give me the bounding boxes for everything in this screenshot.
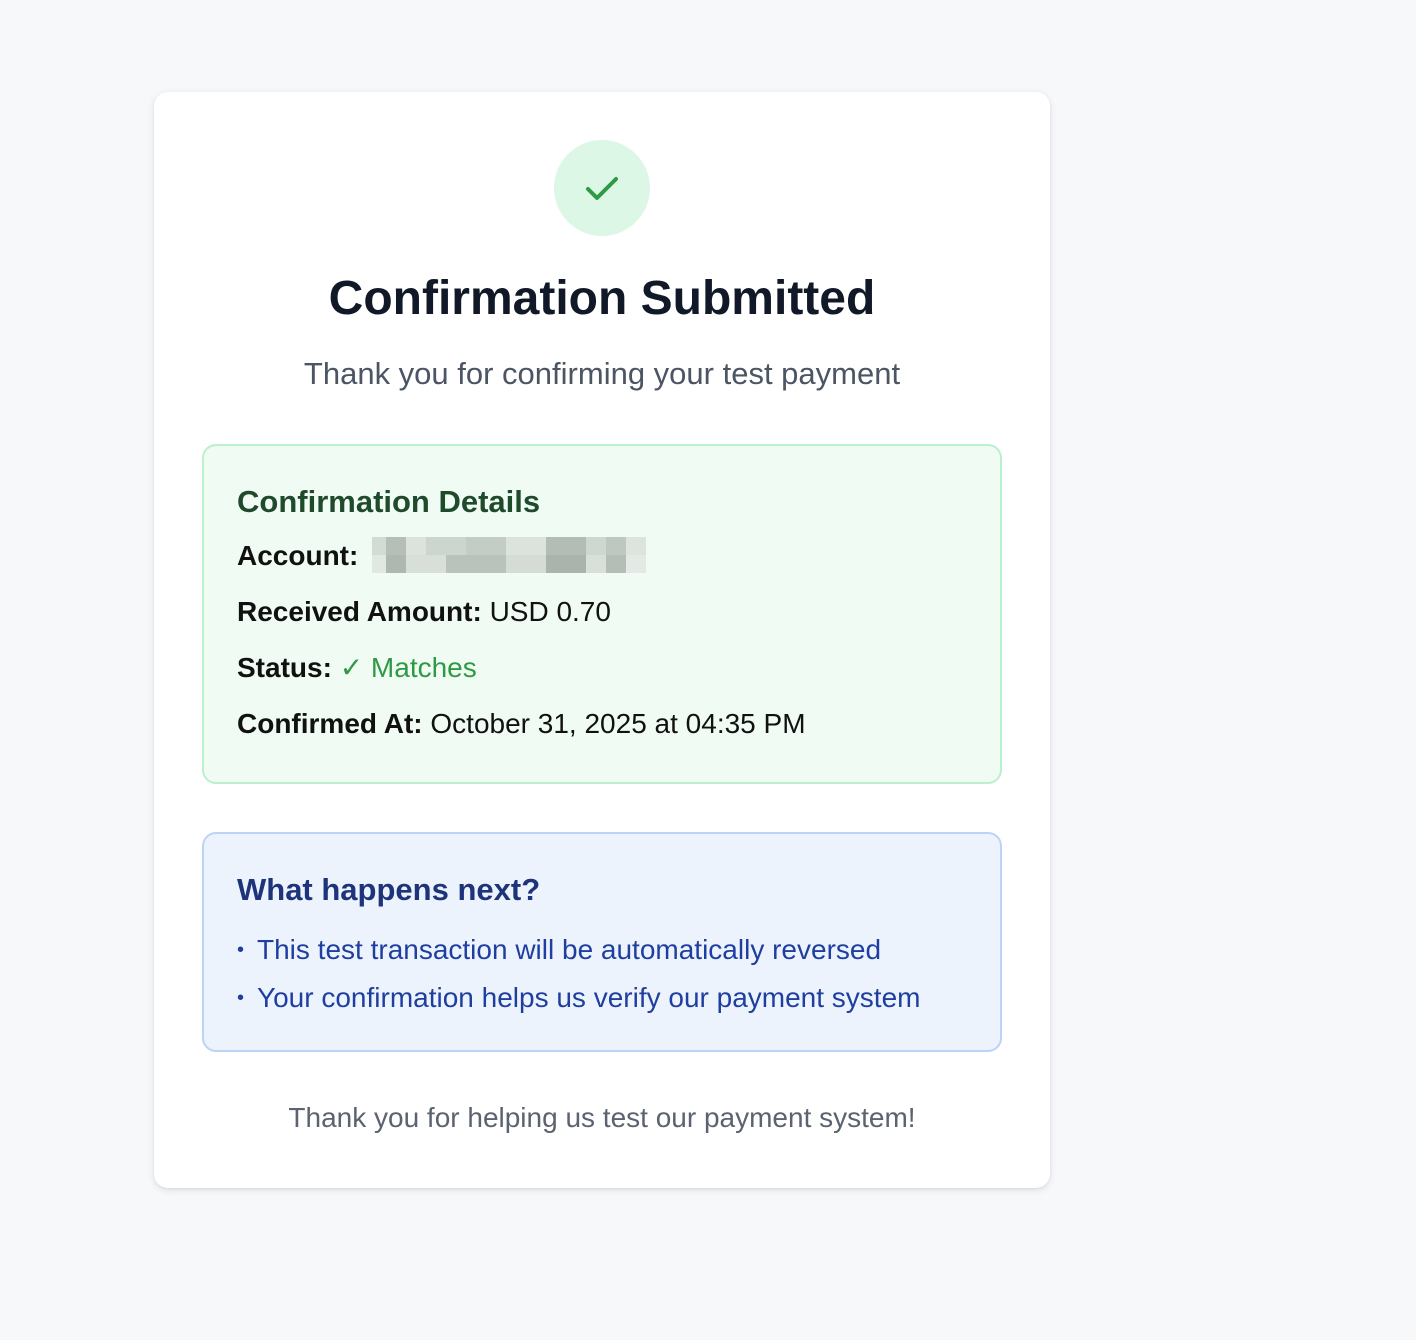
confirmation-details-panel: Confirmation Details Account: Received A… <box>202 444 1002 784</box>
list-item: • Your confirmation helps us verify our p… <box>237 980 920 1016</box>
page-subtitle: Thank you for confirming your test payme… <box>303 356 901 391</box>
confirmation-card: Confirmation Submitted Thank you for con… <box>154 92 1050 1188</box>
confirmation-details-heading: Confirmation Details <box>237 484 541 519</box>
received-amount-value: USD 0.70 <box>489 596 611 627</box>
account-value-redacted <box>372 536 647 573</box>
confirmed-at-label: Confirmed At: <box>237 708 423 739</box>
page-title: Confirmation Submitted <box>328 272 876 325</box>
list-item: • This test transaction will be automatic… <box>237 932 881 968</box>
list-item-text: Your confirmation helps us verify our pa… <box>257 982 921 1013</box>
bullet-icon: • <box>237 987 245 1009</box>
status-value: ✓ Matches <box>339 652 477 683</box>
confirmed-at-row: Confirmed At: October 31, 2025 at 04:35 … <box>237 706 806 742</box>
footer-message: Thank you for helping us test our paymen… <box>288 1102 916 1133</box>
status-row: Status: ✓ Matches <box>237 650 477 686</box>
checkmark-icon <box>586 177 618 200</box>
confirmed-at-value: October 31, 2025 at 04:35 PM <box>430 708 806 739</box>
account-label: Account: <box>237 540 359 571</box>
list-item-text: This test transaction will be automatica… <box>257 934 882 965</box>
received-amount-label: Received Amount: <box>237 596 482 627</box>
account-row: Account: <box>237 536 647 576</box>
status-label: Status: <box>237 652 332 683</box>
success-badge <box>554 140 650 236</box>
next-steps-heading: What happens next? <box>237 872 541 907</box>
received-amount-row: Received Amount: USD 0.70 <box>237 594 611 630</box>
bullet-icon: • <box>237 939 245 961</box>
next-steps-panel: What happens next? • This test transactio… <box>202 832 1002 1052</box>
